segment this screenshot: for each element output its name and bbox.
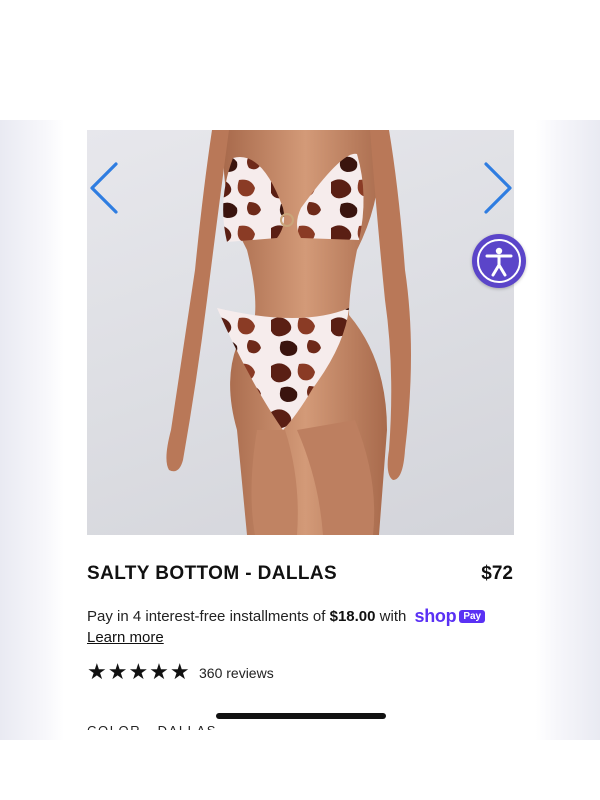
product-image[interactable] <box>87 130 514 535</box>
shop-pay-badge: Pay <box>459 610 486 623</box>
model-photo <box>166 130 411 535</box>
shop-pay-installments: Pay in 4 interest-free installments of $… <box>87 606 517 627</box>
color-option-label: COLOR - DALLAS <box>87 723 217 730</box>
product-title: SALTY BOTTOM - DALLAS <box>87 563 338 584</box>
product-price: $72 <box>481 563 513 584</box>
accessibility-icon <box>485 247 513 277</box>
shop-logo: shop <box>414 606 457 626</box>
installments-suffix: with <box>375 608 411 625</box>
installments-prefix: Pay in 4 interest-free installments of <box>87 608 330 625</box>
right-shade <box>536 120 600 740</box>
star-rating[interactable]: ★★★★★ <box>87 660 191 684</box>
home-indicator[interactable] <box>216 713 386 719</box>
installment-amount: $18.00 <box>329 608 376 625</box>
chevron-left-icon <box>90 162 118 214</box>
left-shade <box>0 120 64 740</box>
next-image-button[interactable] <box>480 160 516 216</box>
previous-image-button[interactable] <box>88 160 124 216</box>
chevron-right-icon <box>484 162 512 214</box>
reviews-link[interactable]: 360 reviews <box>199 665 274 681</box>
accessibility-button[interactable] <box>472 234 526 288</box>
learn-more-link[interactable]: Learn more <box>87 629 164 646</box>
